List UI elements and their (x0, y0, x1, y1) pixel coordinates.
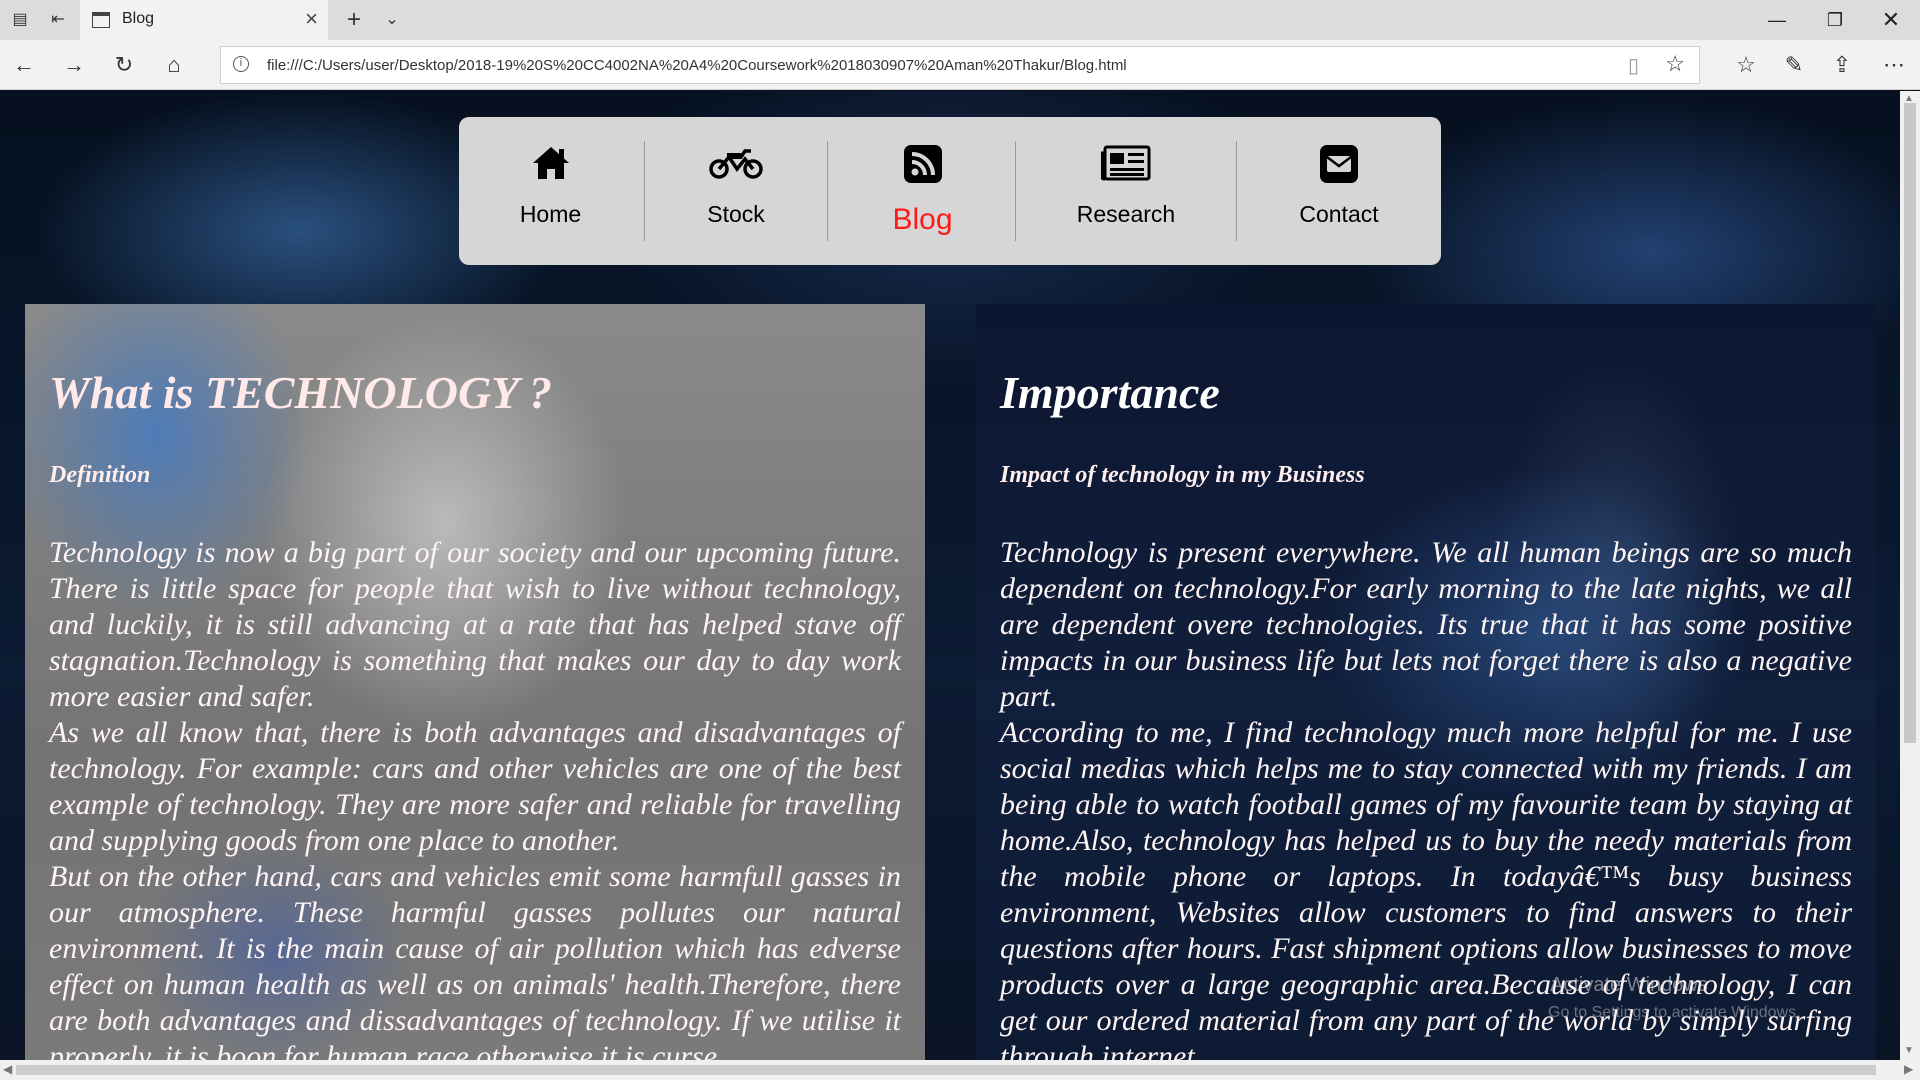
panel-title: Importance (1000, 367, 1220, 418)
browser-titlebar: ▤ ⇤ Blog × + ⌄ — ❐ ✕ (0, 0, 1920, 40)
scroll-left-icon[interactable]: ◀ (3, 1062, 12, 1076)
paragraph: Technology is present everywhere. We all… (1000, 536, 1852, 713)
envelope-icon (1237, 145, 1441, 185)
activation-watermark: Activate Windows (1550, 974, 1708, 996)
new-tab-button[interactable]: + (342, 8, 366, 32)
nav-label-stock: Stock (707, 201, 765, 227)
nav-label-home: Home (519, 201, 582, 227)
minimize-button[interactable]: — (1754, 4, 1800, 36)
technology-panel: What is TECHNOLOGY ? Definition Technolo… (25, 304, 925, 1060)
forward-icon[interactable]: → (58, 49, 90, 81)
tab-title: Blog (122, 10, 155, 27)
horizontal-scrollbar[interactable]: ◀ ▶ (0, 1060, 1920, 1080)
set-tabs-aside-icon[interactable]: ⇤ (46, 8, 70, 32)
restore-button[interactable]: ❐ (1812, 4, 1858, 36)
paragraph: But on the other hand, cars and vehicles… (49, 860, 901, 1060)
scroll-down-icon[interactable]: ▼ (1904, 1045, 1914, 1056)
nav-item-research[interactable]: Research (1016, 117, 1236, 265)
vertical-scrollbar[interactable]: ▲ ▼ (1900, 91, 1920, 1060)
nav-item-contact[interactable]: Contact (1237, 117, 1441, 265)
pen-icon[interactable]: ✎ (1778, 49, 1810, 81)
page-viewport: Home Stock Blog Research Contact What is… (0, 91, 1900, 1060)
newspaper-icon (1016, 145, 1236, 185)
panel-subtitle: Definition (49, 462, 151, 488)
url-text[interactable]: file:///C:/Users/user/Desktop/2018-19%20… (267, 57, 1127, 74)
favorite-star-icon[interactable]: ☆ (1665, 51, 1685, 77)
importance-panel: Importance Impact of technology in my Bu… (976, 304, 1876, 1060)
info-icon[interactable]: i (233, 56, 249, 72)
more-icon[interactable]: ⋯ (1878, 49, 1910, 81)
nav-label-blog: Blog (892, 203, 953, 236)
refresh-icon[interactable]: ↻ (108, 49, 140, 81)
reading-view-icon[interactable]: ▯ (1628, 53, 1639, 78)
scroll-thumb[interactable] (1904, 103, 1916, 743)
address-bar[interactable]: i file:///C:/Users/user/Desktop/2018-19%… (220, 46, 1700, 84)
chevron-down-icon[interactable]: ⌄ (380, 8, 404, 32)
motorcycle-icon (645, 145, 827, 185)
rss-icon (828, 145, 1017, 185)
browser-navbar: ← → ↻ ⌂ i file:///C:/Users/user/Desktop/… (0, 40, 1920, 90)
tab-blog[interactable]: Blog × (80, 0, 328, 40)
nav-item-blog[interactable]: Blog (828, 117, 1017, 265)
nav-label-contact: Contact (1299, 201, 1379, 227)
tab-actions-icon[interactable]: ▤ (8, 8, 32, 32)
home-icon[interactable]: ⌂ (158, 49, 190, 81)
site-navigation: Home Stock Blog Research Contact (459, 117, 1441, 265)
activation-hint: Go to Settings to activate Windows. (1548, 1004, 1801, 1021)
panel-title: What is TECHNOLOGY ? (49, 367, 553, 418)
nav-item-stock[interactable]: Stock (645, 117, 827, 265)
close-tab-icon[interactable]: × (305, 6, 318, 32)
share-icon[interactable]: ⇪ (1826, 49, 1858, 81)
paragraph: Technology is now a big part of our soci… (49, 536, 901, 713)
paragraph: As we all know that, there is both advan… (49, 716, 901, 857)
page-icon (92, 12, 110, 28)
nav-label-research: Research (1076, 201, 1176, 227)
panel-subtitle: Impact of technology in my Business (1000, 462, 1365, 488)
back-icon[interactable]: ← (8, 49, 40, 81)
scroll-thumb-horizontal[interactable] (16, 1065, 1876, 1075)
home-icon (459, 145, 642, 185)
favorites-icon[interactable]: ☆ (1730, 49, 1762, 81)
scroll-right-icon[interactable]: ▶ (1904, 1062, 1913, 1076)
nav-item-home[interactable]: Home (459, 117, 642, 265)
close-window-button[interactable]: ✕ (1868, 4, 1914, 36)
